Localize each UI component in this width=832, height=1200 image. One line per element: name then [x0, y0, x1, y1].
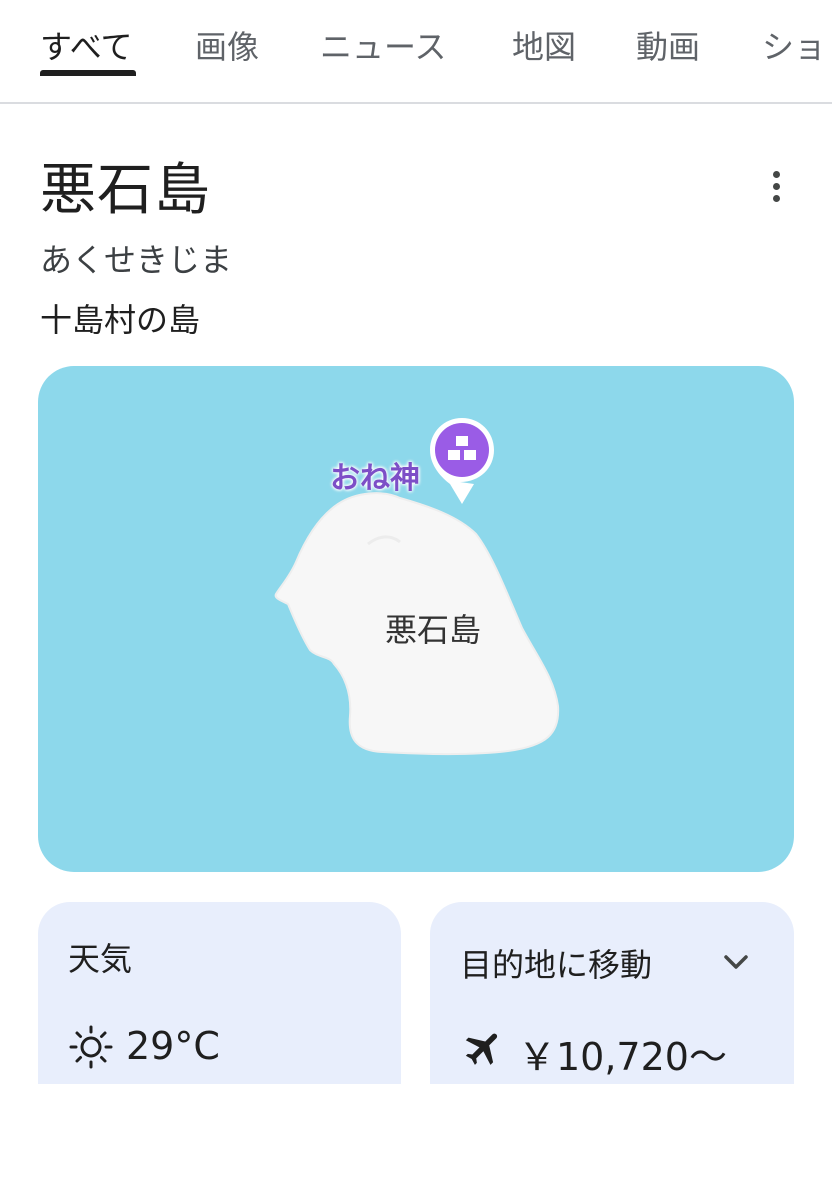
travel-price: ￥10,720〜	[518, 1035, 727, 1079]
more-options-icon[interactable]	[758, 165, 794, 209]
sun-icon	[69, 1025, 113, 1069]
tab-images[interactable]: 画像	[195, 22, 259, 68]
entity-description: 十島村の島	[40, 301, 201, 339]
active-tab-indicator	[40, 70, 136, 76]
chevron-down-icon[interactable]	[718, 944, 754, 980]
entity-reading: あくせきじま	[40, 241, 233, 279]
weather-card[interactable]: 天気 29°C	[38, 902, 401, 1084]
tab-news[interactable]: ニュース	[320, 22, 446, 68]
tab-videos[interactable]: 動画	[636, 22, 700, 68]
travel-card[interactable]: 目的地に移動 ￥10,720〜	[430, 902, 794, 1084]
tab-maps[interactable]: 地図	[512, 22, 576, 68]
map-poi-label[interactable]: おね神	[330, 453, 420, 497]
tab-all[interactable]: すべて	[40, 22, 132, 68]
weather-row: 29°C	[68, 1024, 220, 1069]
weather-title: 天気	[68, 940, 133, 978]
travel-row: ￥10,720〜	[462, 1026, 727, 1079]
weather-temperature: 29°C	[126, 1024, 220, 1068]
map-island-label: 悪石島	[385, 611, 482, 649]
travel-title: 目的地に移動	[460, 946, 653, 984]
search-tabs: すべて 画像 ニュース 地図 動画 ショ	[0, 0, 832, 104]
tab-shopping[interactable]: ショ	[762, 22, 826, 68]
entity-title: 悪石島	[40, 158, 211, 223]
shrine-pin-icon	[430, 418, 494, 504]
airplane-icon	[465, 1033, 498, 1065]
